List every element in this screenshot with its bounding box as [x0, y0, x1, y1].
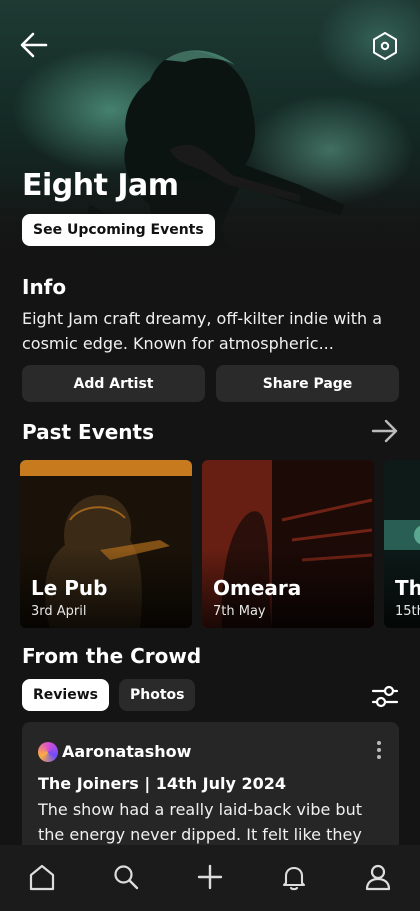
hexagon-icon [373, 32, 397, 60]
bell-icon [282, 866, 306, 891]
from-the-crowd-heading: From the Crowd [22, 644, 202, 668]
review-card[interactable]: Aaronatashow The Joiners | 14th July 202… [22, 722, 399, 862]
nav-profile[interactable] [358, 857, 398, 897]
review-more-button[interactable] [371, 740, 387, 760]
arrow-right-icon [371, 419, 398, 443]
info-heading: Info [22, 275, 67, 299]
action-buttons: Add Artist Share Page [22, 365, 399, 402]
back-button[interactable] [18, 30, 50, 60]
event-card[interactable]: Th 15th [384, 460, 420, 628]
event-card[interactable]: Le Pub 3rd April [20, 460, 192, 628]
event-date: 7th May [213, 604, 266, 619]
info-description[interactable]: Eight Jam craft dreamy, off-kilter indie… [22, 306, 402, 356]
filter-button[interactable] [370, 681, 400, 711]
settings-button[interactable] [370, 30, 400, 62]
past-events-heading: Past Events [22, 420, 155, 444]
past-events-carousel[interactable]: Le Pub 3rd April Omeara 7th May Th 15th [20, 460, 420, 630]
home-icon [29, 864, 55, 891]
search-icon [114, 865, 139, 890]
artist-name: Eight Jam [22, 168, 179, 203]
event-venue: Le Pub [31, 576, 108, 600]
event-venue: Th [395, 576, 420, 600]
nav-add[interactable] [190, 857, 230, 897]
tab-photos[interactable]: Photos [118, 679, 196, 711]
review-username[interactable]: Aaronatashow [62, 742, 191, 761]
review-heading: The Joiners | 14th July 2024 [38, 774, 287, 793]
see-upcoming-events-button[interactable]: See Upcoming Events [22, 214, 215, 246]
event-card[interactable]: Omeara 7th May [202, 460, 374, 628]
sliders-icon [371, 685, 399, 708]
event-date: 15th [395, 604, 420, 619]
event-date: 3rd April [31, 604, 87, 619]
avatar[interactable] [38, 742, 58, 762]
tab-reviews[interactable]: Reviews [22, 679, 109, 711]
crowd-tabs: Reviews Photos [22, 679, 196, 711]
more-vertical-icon [377, 741, 381, 759]
nav-search[interactable] [106, 857, 146, 897]
nav-notifications[interactable] [274, 857, 314, 897]
arrow-left-icon [20, 32, 48, 58]
bottom-navigation [0, 845, 420, 911]
user-icon [365, 864, 391, 891]
review-text: The show had a really laid-back vibe but… [38, 800, 362, 844]
past-events-see-all-button[interactable] [370, 417, 400, 445]
share-page-button[interactable]: Share Page [216, 365, 399, 402]
plus-icon [197, 864, 223, 890]
nav-home[interactable] [22, 857, 62, 897]
event-venue: Omeara [213, 576, 302, 600]
add-artist-button[interactable]: Add Artist [22, 365, 205, 402]
